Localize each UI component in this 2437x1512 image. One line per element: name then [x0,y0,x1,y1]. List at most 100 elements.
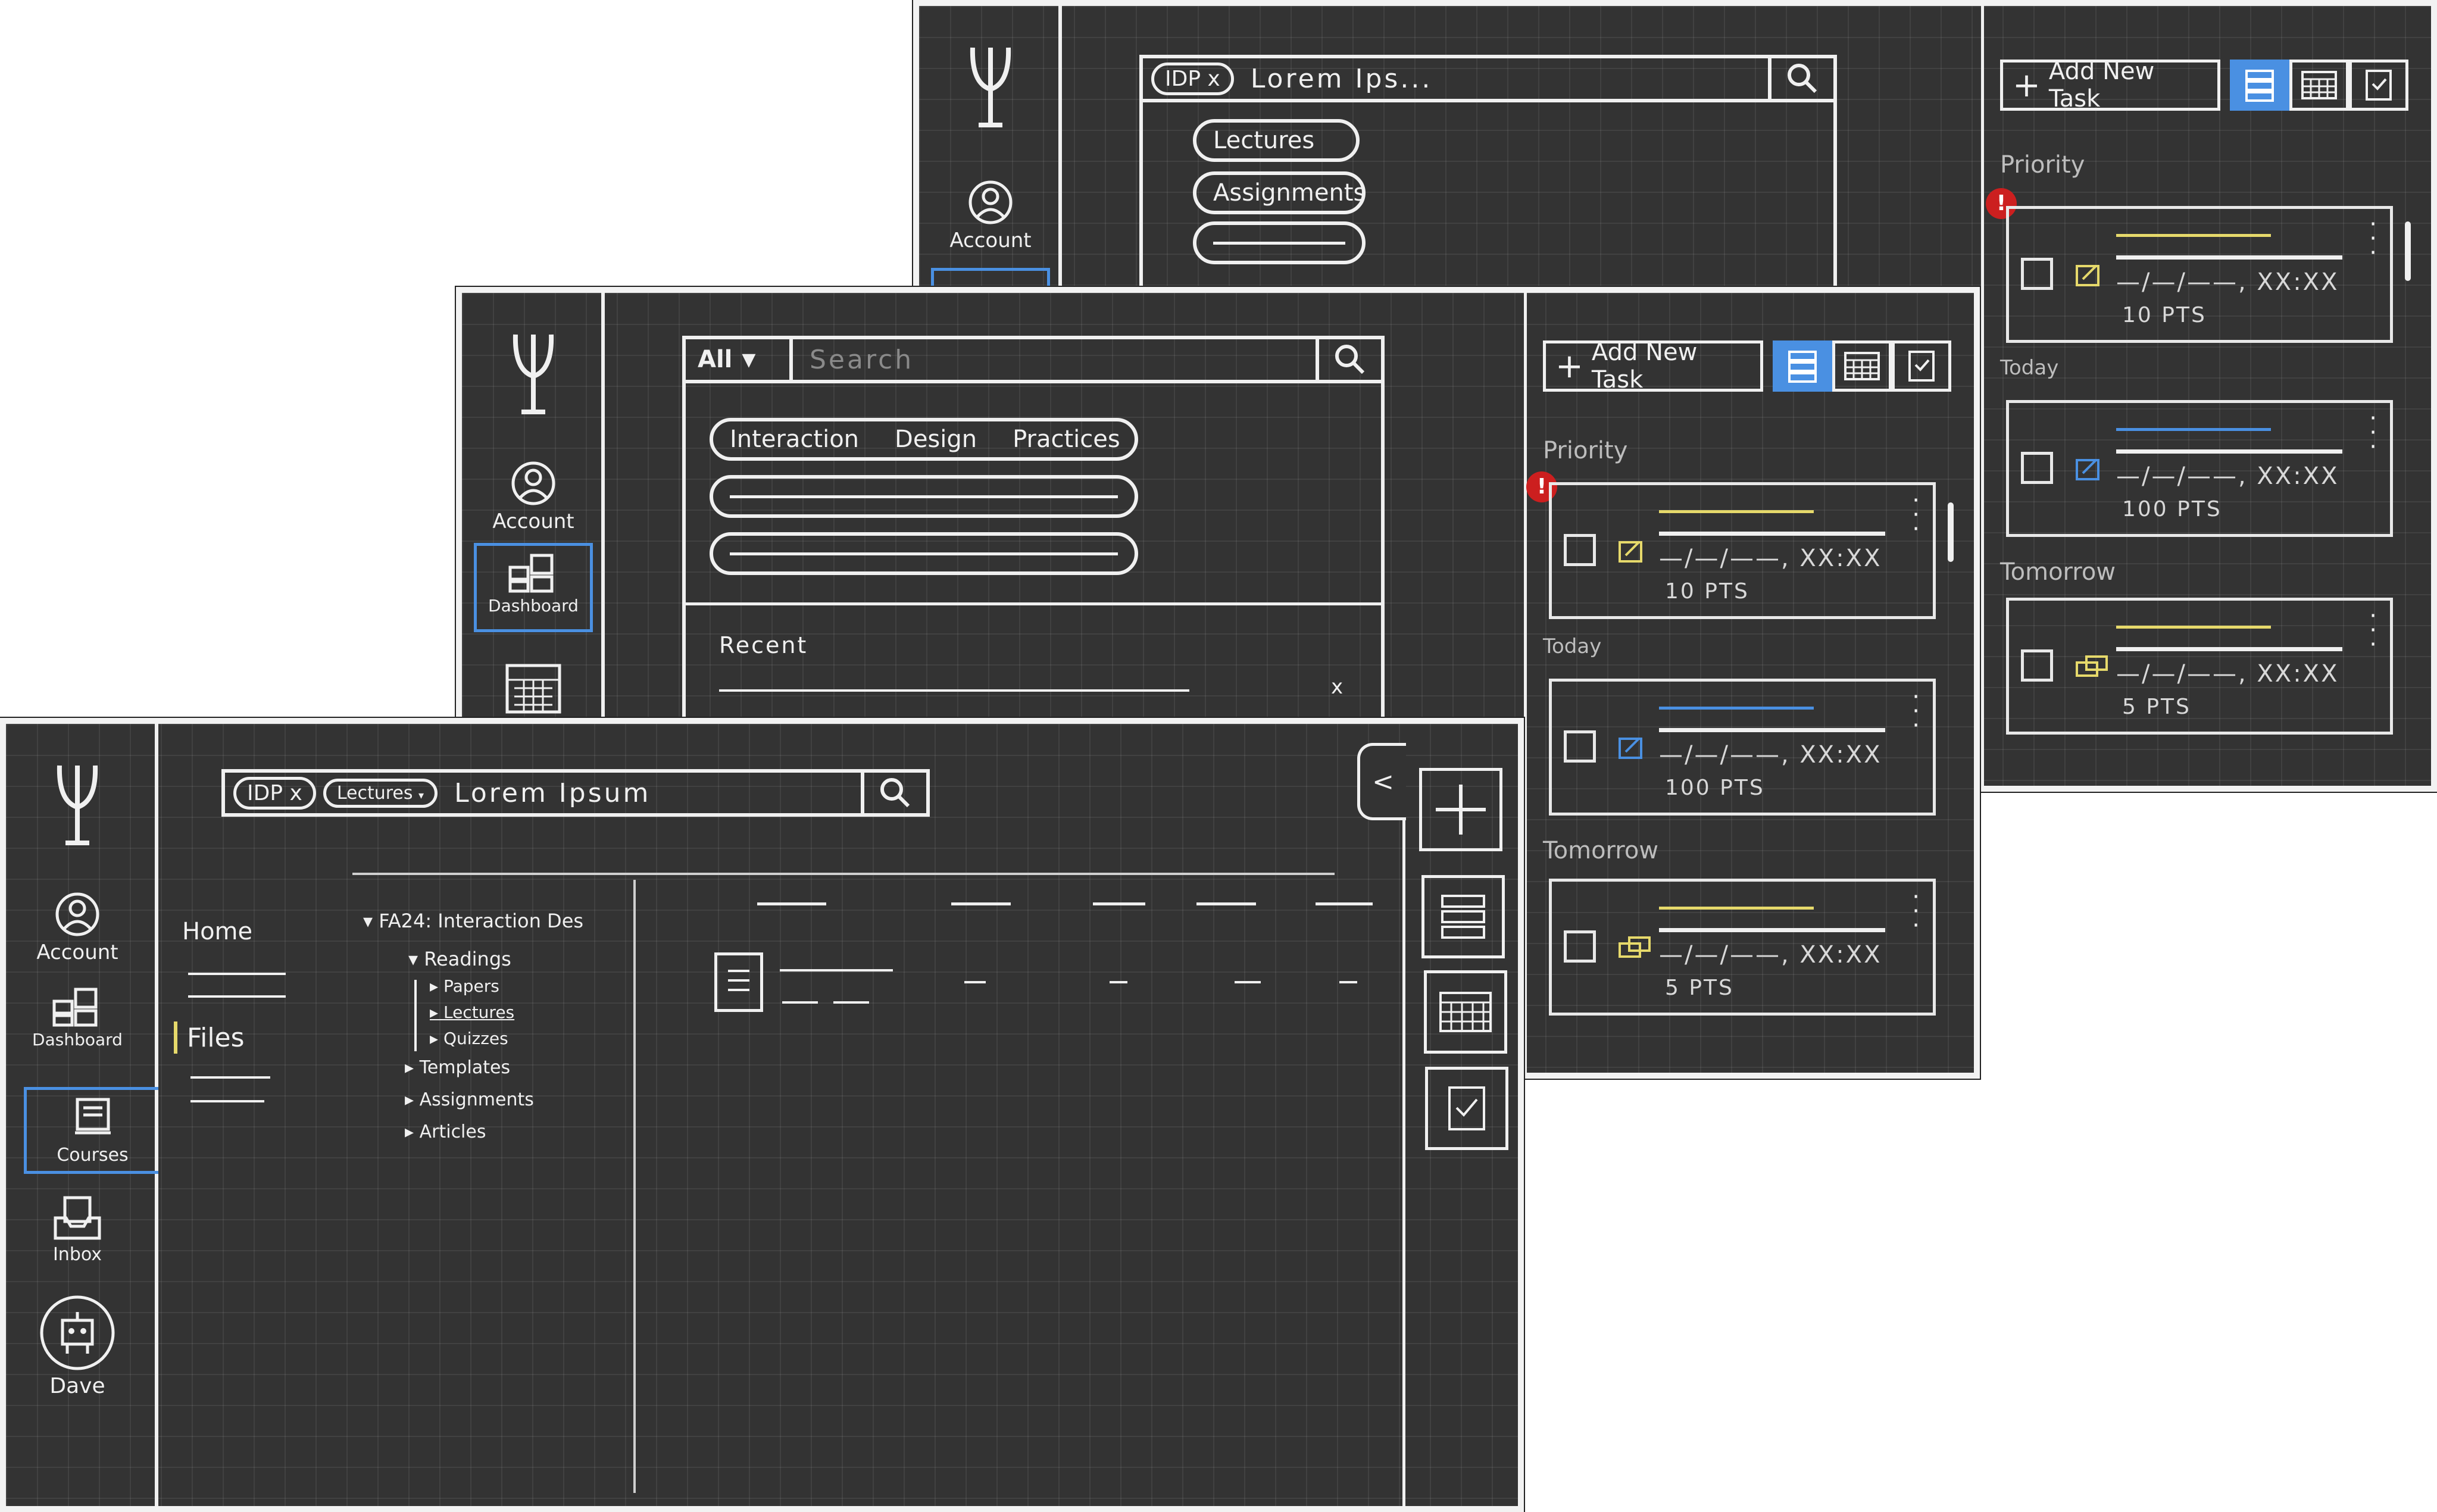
tree-readings[interactable]: ▾ Readings [408,948,511,970]
suggestion-lectures[interactable]: Lectures [1193,119,1360,162]
chip-close-icon[interactable]: x [290,781,302,805]
tree-lectures[interactable]: ▸ Lectures [430,1002,514,1022]
checklist-view-button[interactable] [1425,1067,1508,1150]
assignment-icon [2076,265,2099,286]
search-query[interactable]: Lorem Ipsum [438,778,861,808]
collapse-button[interactable]: < [1357,743,1406,820]
task-card[interactable]: —/—/——, XX:XX 5 PTS · · · [1549,879,1936,1016]
course-nav-home[interactable]: Home [182,918,252,945]
course-nav-item[interactable] [190,1100,264,1102]
nav-dashboard[interactable]: Dashboard [474,543,593,632]
column-header[interactable] [1316,902,1373,905]
more-icon[interactable]: · · · [1912,489,1920,541]
more-icon[interactable]: · · · [2369,213,2377,265]
task-checkbox[interactable] [1564,730,1596,763]
task-card[interactable]: —/—/——, XX:XX 10 PTS · · · [2006,206,2393,343]
tree-label: Readings [424,948,511,970]
more-icon[interactable]: · · · [1912,685,1920,738]
tree-label: Assignments [419,1089,534,1110]
task-checkbox[interactable] [2021,452,2053,484]
tree-templates[interactable]: ▸ Templates [405,1057,510,1078]
section-tomorrow: Tomorrow [1543,837,1659,864]
search-button[interactable] [861,773,926,813]
nav-dashboard[interactable]: Dashboard [18,986,137,1049]
scrollbar[interactable] [1948,502,1954,562]
column-header[interactable] [1196,902,1256,905]
scrollbar[interactable] [2405,221,2411,281]
task-points: 10 PTS [1665,579,1749,604]
task-checkbox[interactable] [2021,258,2053,290]
more-icon[interactable]: · · · [2369,407,2377,459]
nav-account[interactable]: Account [474,460,593,533]
add-task-button[interactable]: + Add New Task [1543,339,1763,393]
calendar-view-button[interactable] [1832,340,1892,392]
suggestion-assignments[interactable]: Assignments [1193,171,1366,214]
task-card[interactable]: —/—/——, XX:XX 10 PTS · · · [1549,482,1936,619]
task-card[interactable]: —/—/——, XX:XX 100 PTS · · · [2006,400,2393,537]
nav-account[interactable]: Account [931,179,1050,252]
more-icon[interactable]: · · · [1912,885,1920,938]
calendar-view-button[interactable] [1424,970,1507,1054]
add-button[interactable] [1419,768,1502,851]
list-view-button[interactable] [2230,60,2289,111]
course-nav-item[interactable] [188,973,286,975]
filter-chip-lectures[interactable]: Lectures ▾ [323,778,438,808]
filter-chip[interactable]: IDP x [1151,62,1234,95]
task-card[interactable]: —/—/——, XX:XX 5 PTS · · · [2006,598,2393,735]
search-placeholder[interactable]: Search [793,345,1316,375]
calendar-view-button[interactable] [2289,60,2349,111]
tree-articles[interactable]: ▸ Articles [405,1121,486,1142]
nav-dave[interactable]: Dave [18,1294,137,1398]
filter-dropdown[interactable]: All ▼ [686,339,793,380]
recent-item-line[interactable] [719,689,1189,692]
tree-guide [414,980,417,1051]
search-bar[interactable]: IDP x Lectures ▾ Lorem Ipsum [221,769,930,817]
recent-remove-button[interactable]: x [1331,675,1343,699]
search-bar[interactable]: All ▼ Search [682,336,1385,383]
nav-calendar[interactable] [474,662,593,716]
search-button[interactable] [1768,58,1833,99]
search-query[interactable]: Lorem Ips... [1234,64,1768,94]
chip-caret-icon[interactable]: ▾ [418,789,424,802]
column-header[interactable] [1093,902,1145,905]
task-checkbox[interactable] [2021,649,2053,682]
search-bar[interactable]: IDP x Lorem Ips... [1139,55,1837,102]
checklist-view-button[interactable] [2349,60,2408,111]
task-checkbox[interactable] [1564,534,1596,566]
course-nav-files[interactable]: Files [187,1023,245,1053]
courses-icon [74,1098,111,1135]
course-nav-item[interactable] [190,1076,270,1079]
suggestion-blank[interactable] [710,532,1138,575]
task-card[interactable]: —/—/——, XX:XX 100 PTS · · · [1549,679,1936,816]
tree-assignments[interactable]: ▸ Assignments [405,1089,534,1110]
chip-close-icon[interactable]: x [1208,67,1220,91]
tree-root[interactable]: ▾ FA24: Interaction Des [363,910,583,932]
nav-inbox[interactable]: Inbox [18,1194,137,1265]
search-button[interactable] [1316,339,1381,380]
filter-chip-idp[interactable]: IDP x [233,776,316,810]
task-checkbox[interactable] [1564,930,1596,963]
list-view-button[interactable] [1421,875,1505,958]
column-header[interactable] [951,902,1011,905]
column-header[interactable] [757,902,826,905]
task-due: —/—/——, XX:XX [1659,741,1882,769]
nav-account[interactable]: Account [18,891,137,964]
nav-courses[interactable]: Courses [24,1087,158,1174]
chevron-left-icon: < [1372,766,1394,797]
suggestion-blank[interactable] [710,475,1138,518]
list-view-button[interactable] [1773,340,1832,392]
more-icon[interactable]: · · · [2369,604,2377,657]
file-name-line[interactable] [780,969,893,971]
section-priority: Priority [2000,151,2085,179]
tree-papers[interactable]: ▸ Papers [430,976,499,996]
suggestion-interaction-design-practices[interactable]: Interaction Design Practices [710,418,1138,461]
discussion-icon [1619,936,1651,958]
add-task-button[interactable]: + Add New Task [2000,58,2220,113]
checklist-view-button[interactable] [1892,340,1951,392]
course-nav-item[interactable] [188,995,286,998]
suggestion-word: Interaction [730,426,860,453]
suggestion-blank[interactable] [1193,221,1366,264]
tree-quizzes[interactable]: ▸ Quizzes [430,1029,508,1048]
checklist-icon [1908,351,1935,382]
task-points: 5 PTS [2122,695,2191,719]
